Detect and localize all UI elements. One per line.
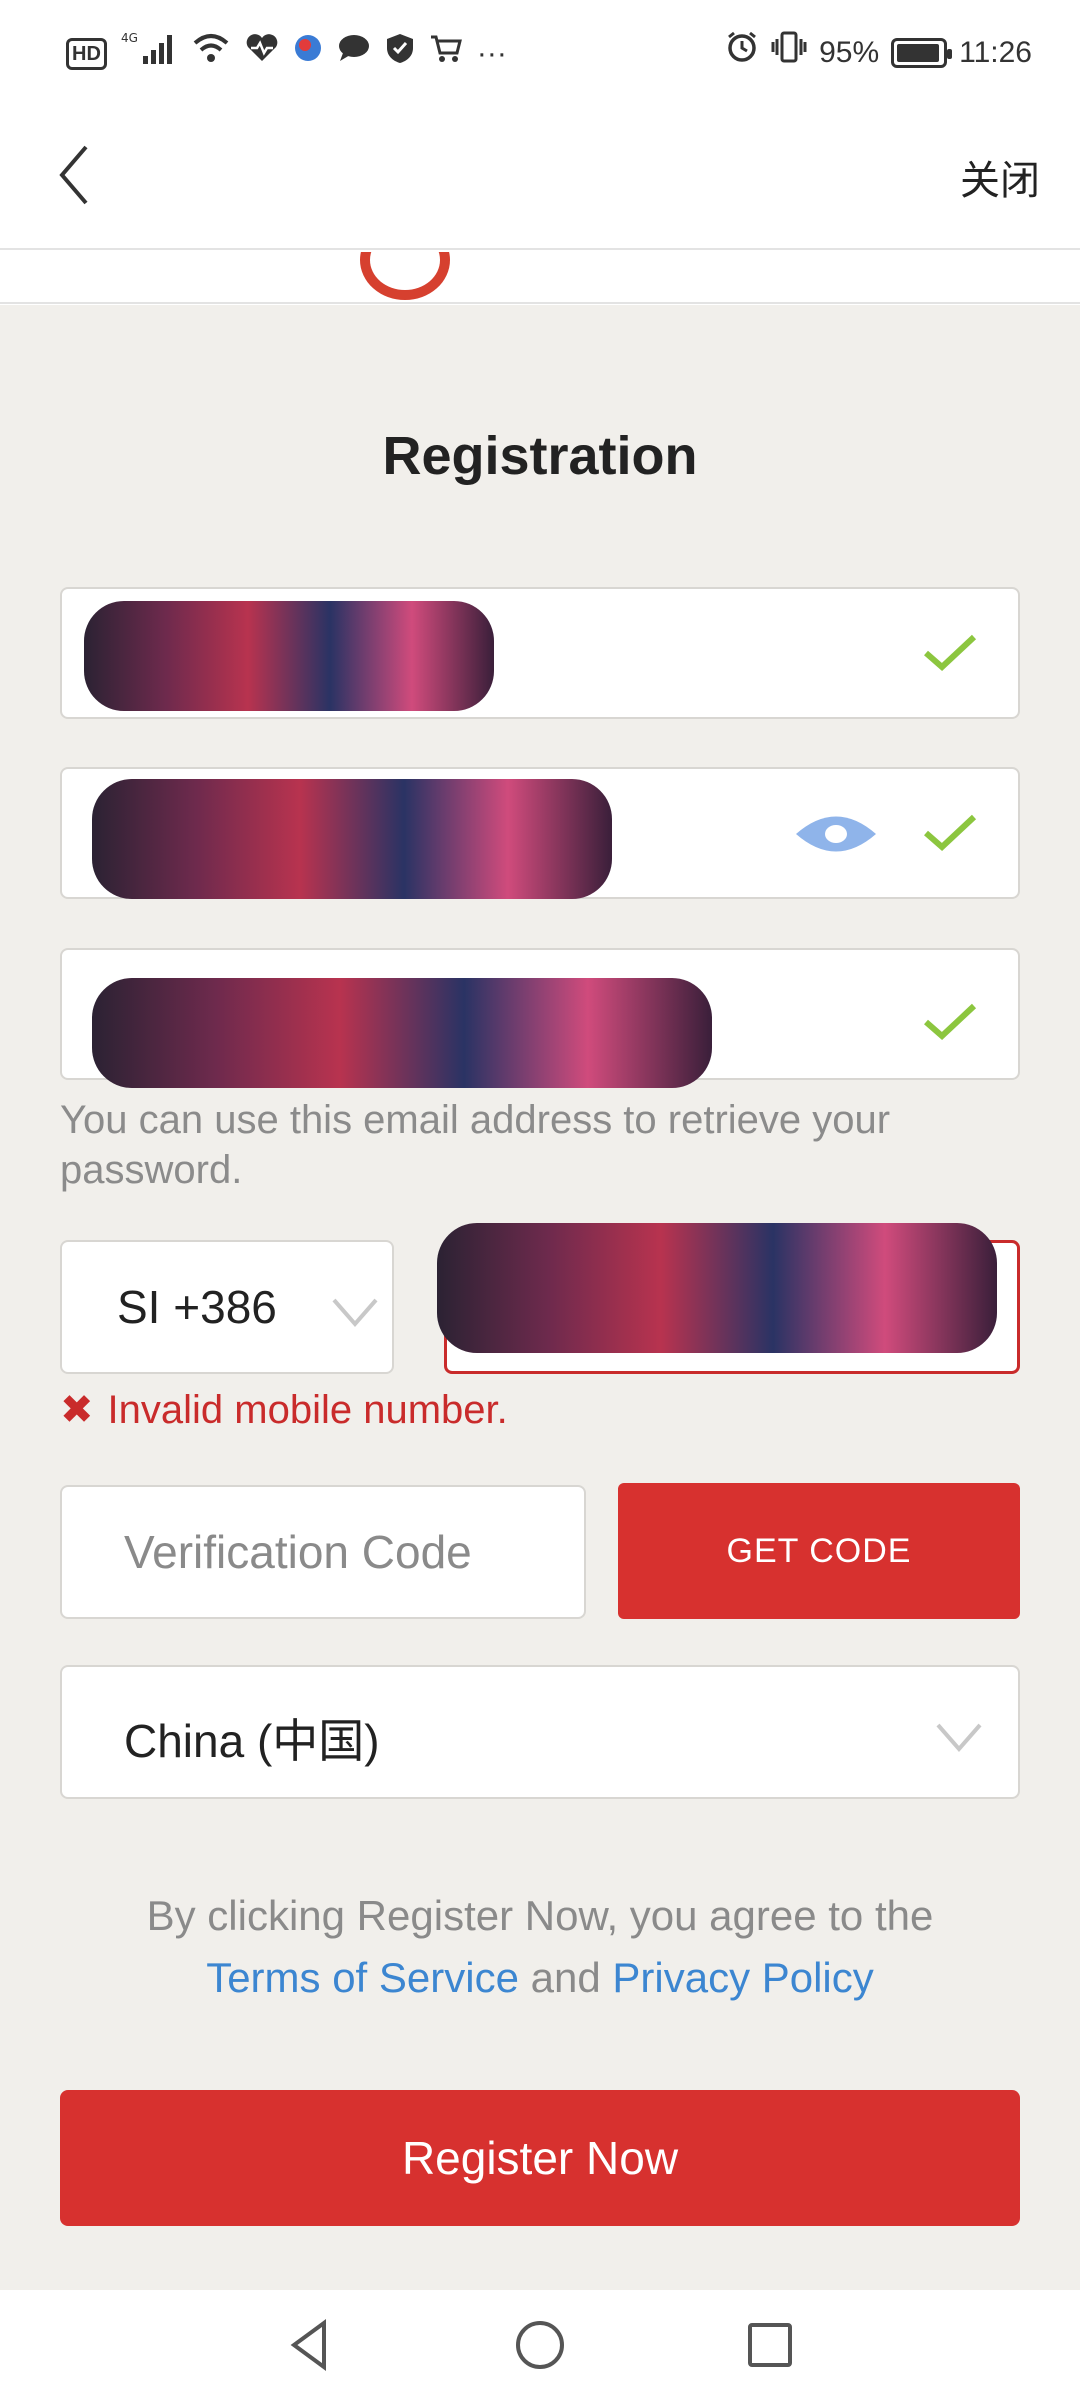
show-password-eye-icon[interactable] — [794, 807, 878, 861]
wifi-icon — [191, 31, 231, 76]
chat-icon — [337, 33, 371, 74]
signal-4g-icon: 4G — [121, 30, 177, 77]
app-icon — [293, 33, 323, 74]
clock-time: 11:26 — [959, 35, 1032, 69]
agreement-prefix: By clicking Register Now, you agree to t… — [146, 1892, 934, 1939]
svg-text:4G: 4G — [121, 31, 138, 45]
nav-home-circle-icon[interactable] — [510, 2315, 570, 2375]
page-title: Registration — [382, 426, 698, 486]
shield-icon — [385, 32, 415, 75]
status-bar: HD 4G ··· 95% 11:26 — [0, 0, 1080, 100]
country-code-value: SI +386 — [117, 1281, 277, 1333]
nav-back-triangle-icon[interactable] — [280, 2315, 340, 2375]
region-select[interactable]: China (中国) — [60, 1665, 1020, 1799]
get-code-button[interactable]: GET CODE — [618, 1483, 1020, 1619]
chevron-down-icon — [332, 1298, 378, 1328]
system-navigation-bar — [0, 2290, 1080, 2400]
country-code-select[interactable]: SI +386 — [60, 1240, 394, 1374]
password-field[interactable] — [60, 767, 1020, 899]
battery-percent: 95% — [819, 35, 880, 69]
more-icon: ··· — [476, 36, 507, 70]
mobile-error-message: ✖ Invalid mobile number. — [60, 1387, 508, 1433]
and-text: and — [530, 1954, 601, 2001]
verification-code-placeholder: Verification Code — [124, 1526, 472, 1578]
brand-logo-icon — [360, 252, 450, 300]
status-right-icons: 95% 11:26 — [725, 30, 1032, 75]
redacted-value — [92, 779, 612, 899]
region-value: China (中国) — [124, 1715, 380, 1767]
error-text: Invalid mobile number. — [107, 1387, 508, 1432]
valid-check-icon — [924, 634, 977, 672]
register-now-button[interactable]: Register Now — [60, 2090, 1020, 2226]
status-left-icons: HD 4G ··· — [66, 30, 507, 77]
top-navigation: 关闭 — [0, 100, 1080, 250]
nav-recents-square-icon[interactable] — [740, 2315, 800, 2375]
email-hint-text: You can use this email address to retrie… — [60, 1098, 891, 1192]
agreement-text: By clicking Register Now, you agree to t… — [0, 1885, 1080, 2009]
valid-check-icon — [924, 1003, 977, 1041]
redacted-value — [84, 601, 494, 711]
terms-of-service-link[interactable]: Terms of Service — [206, 1954, 519, 2001]
close-button[interactable]: 关闭 — [950, 142, 1050, 212]
verification-code-input[interactable]: Verification Code — [60, 1485, 586, 1619]
redacted-value — [437, 1223, 997, 1353]
vibrate-icon — [771, 30, 807, 75]
app-screen: HD 4G ··· 95% 11:26 关闭 Registration You … — [0, 0, 1080, 2400]
mobile-number-field[interactable] — [437, 1223, 1020, 1374]
error-x-icon: ✖ — [60, 1388, 94, 1432]
health-icon — [245, 33, 279, 74]
valid-check-icon — [924, 814, 977, 852]
hd-icon: HD — [66, 37, 107, 70]
battery-icon — [891, 37, 953, 68]
battery-level — [897, 43, 940, 62]
username-field[interactable] — [60, 587, 1020, 719]
alarm-icon — [725, 30, 759, 75]
brand-logo-strip — [0, 252, 1080, 304]
redacted-value — [92, 978, 712, 1088]
chevron-left-icon — [59, 145, 88, 205]
back-button[interactable] — [48, 135, 108, 215]
privacy-policy-link[interactable]: Privacy Policy — [612, 1954, 873, 2001]
chevron-down-icon — [936, 1723, 982, 1753]
cart-icon — [429, 33, 463, 74]
email-field[interactable] — [60, 948, 1020, 1088]
registration-form: Registration You can use this email addr… — [0, 305, 1080, 2290]
